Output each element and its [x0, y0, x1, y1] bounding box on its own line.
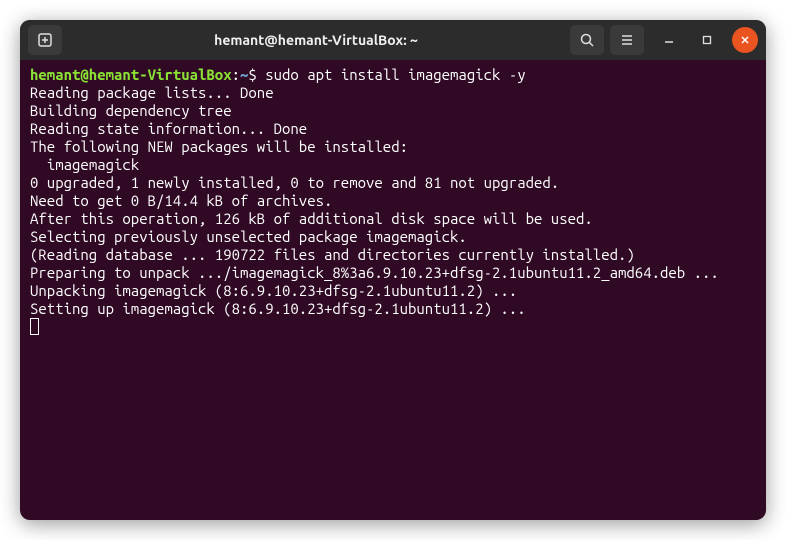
maximize-icon	[701, 34, 713, 46]
command-text: sudo apt install imagemagick -y	[265, 66, 525, 83]
output-line: imagemagick	[30, 156, 756, 174]
output-line: Reading state information... Done	[30, 120, 756, 138]
prompt-colon: :	[232, 66, 240, 83]
new-tab-icon	[37, 32, 53, 48]
titlebar-right	[570, 25, 758, 55]
hamburger-icon	[619, 32, 635, 48]
search-icon	[579, 32, 595, 48]
minimize-button[interactable]	[656, 27, 682, 53]
output-line: Building dependency tree	[30, 102, 756, 120]
output-line: Preparing to unpack .../imagemagick_8%3a…	[30, 264, 756, 282]
search-button[interactable]	[570, 25, 604, 55]
minimize-icon	[663, 34, 675, 46]
output-line: Need to get 0 B/14.4 kB of archives.	[30, 192, 756, 210]
maximize-button[interactable]	[694, 27, 720, 53]
prompt-dollar: $	[248, 66, 265, 83]
output-line: Unpacking imagemagick (8:6.9.10.23+dfsg-…	[30, 282, 756, 300]
window-title: hemant@hemant-VirtualBox: ~	[68, 32, 564, 48]
output-line: 0 upgraded, 1 newly installed, 0 to remo…	[30, 174, 756, 192]
terminal-body[interactable]: hemant@hemant-VirtualBox:~$ sudo apt ins…	[20, 60, 766, 520]
terminal-window: hemant@hemant-VirtualBox: ~	[20, 20, 766, 520]
new-tab-button[interactable]	[28, 25, 62, 55]
output-line: After this operation, 126 kB of addition…	[30, 210, 756, 228]
output-line: Setting up imagemagick (8:6.9.10.23+dfsg…	[30, 300, 756, 318]
close-button[interactable]	[732, 27, 758, 53]
cursor-icon	[30, 318, 39, 335]
titlebar: hemant@hemant-VirtualBox: ~	[20, 20, 766, 60]
prompt-user-host: hemant@hemant-VirtualBox	[30, 66, 232, 83]
menu-button[interactable]	[610, 25, 644, 55]
output-line: Selecting previously unselected package …	[30, 228, 756, 246]
cursor-line	[30, 318, 756, 336]
output-line: The following NEW packages will be insta…	[30, 138, 756, 156]
output-line: Reading package lists... Done	[30, 84, 756, 102]
close-icon	[739, 34, 751, 46]
output-line: (Reading database ... 190722 files and d…	[30, 246, 756, 264]
prompt-line: hemant@hemant-VirtualBox:~$ sudo apt ins…	[30, 66, 756, 84]
